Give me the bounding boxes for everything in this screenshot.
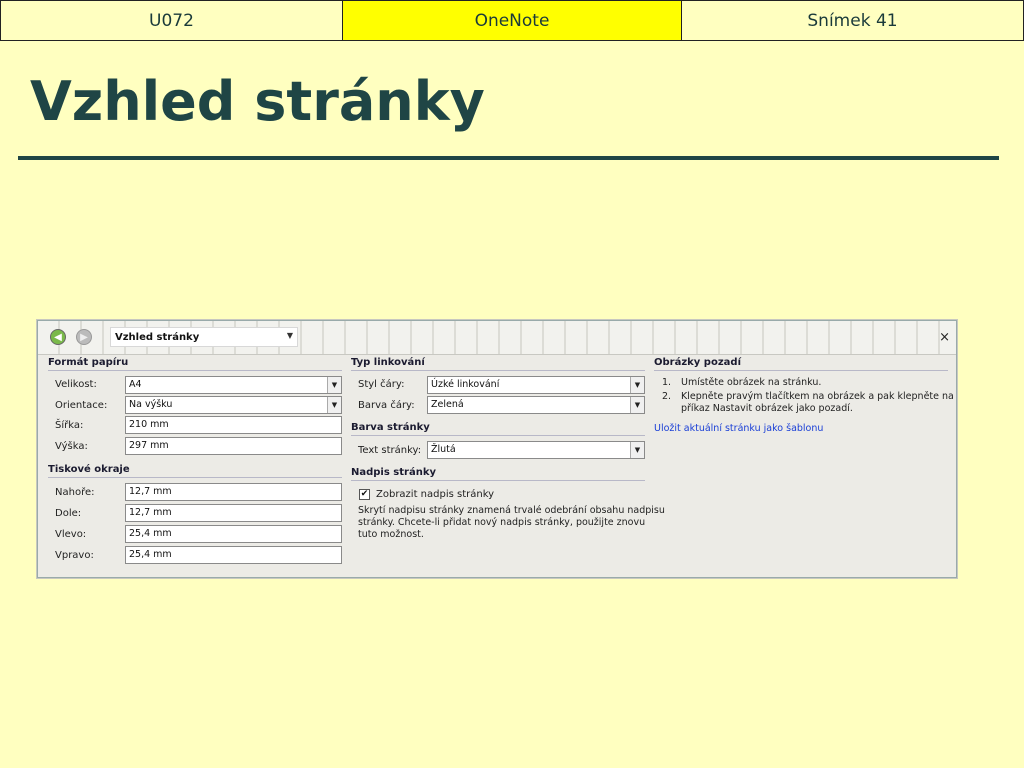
note-line: stránky. Chcete-li přidat nový nadpis st… bbox=[358, 517, 646, 528]
chevron-down-icon: ▼ bbox=[630, 377, 644, 393]
close-icon[interactable]: × bbox=[939, 330, 950, 345]
title-divider bbox=[18, 156, 999, 160]
width-label: Šířka: bbox=[55, 420, 84, 431]
panel-selector-dropdown[interactable]: Vzhled stránky ▼ bbox=[110, 327, 298, 347]
step-number: 2. bbox=[662, 391, 672, 402]
step-text-line: Klepněte pravým tlačítkem na obrázek a p… bbox=[681, 391, 954, 402]
rule-style-label: Styl čáry: bbox=[358, 379, 405, 390]
page-color-label: Text stránky: bbox=[358, 445, 422, 456]
background-images-heading: Obrázky pozadí bbox=[654, 357, 948, 371]
page-color-value: Žlutá bbox=[431, 444, 456, 455]
rule-color-label: Barva čáry: bbox=[358, 400, 415, 411]
margin-right-input[interactable]: 25,4 mm bbox=[125, 546, 342, 564]
rule-style-value: Úzké linkování bbox=[431, 379, 500, 390]
step-number: 1. bbox=[662, 377, 672, 388]
header-course-code: U072 bbox=[1, 1, 343, 40]
orientation-value: Na výšku bbox=[129, 399, 173, 410]
chevron-down-icon: ▼ bbox=[327, 397, 341, 413]
rule-color-select[interactable]: Zelená ▼ bbox=[427, 396, 645, 414]
margin-bottom-label: Dole: bbox=[55, 508, 82, 519]
slide-header: U072 OneNote Snímek 41 bbox=[0, 0, 1024, 41]
page-setup-panel: ◀ ▶ Vzhled stránky ▼ × Formát papíru Vel… bbox=[37, 320, 957, 578]
chevron-down-icon: ▼ bbox=[630, 397, 644, 413]
note-line: tuto možnost. bbox=[358, 529, 424, 540]
panel-selector-label: Vzhled stránky bbox=[115, 331, 200, 343]
save-as-template-link[interactable]: Uložit aktuální stránku jako šablonu bbox=[654, 423, 823, 435]
header-slide-number: Snímek 41 bbox=[682, 1, 1023, 40]
step-text-line: příkaz Nastavit obrázek jako pozadí. bbox=[681, 403, 853, 414]
rule-color-value: Zelená bbox=[431, 399, 464, 410]
margin-top-label: Nahoře: bbox=[55, 487, 95, 498]
page-color-heading: Barva stránky bbox=[351, 422, 645, 436]
panel-toolbar: ◀ ▶ Vzhled stránky ▼ × bbox=[38, 321, 956, 355]
show-page-title-label: Zobrazit nadpis stránky bbox=[376, 489, 495, 500]
margin-right-label: Vpravo: bbox=[55, 550, 94, 561]
paper-size-value: A4 bbox=[129, 379, 142, 390]
chevron-down-icon: ▼ bbox=[327, 377, 341, 393]
paper-width-input[interactable]: 210 mm bbox=[125, 416, 342, 434]
margin-left-label: Vlevo: bbox=[55, 529, 87, 540]
orientation-select[interactable]: Na výšku ▼ bbox=[125, 396, 342, 414]
back-arrow-icon[interactable]: ◀ bbox=[50, 329, 66, 345]
paper-size-select[interactable]: A4 ▼ bbox=[125, 376, 342, 394]
rule-type-heading: Typ linkování bbox=[351, 357, 645, 371]
slide-title: Vzhled stránky bbox=[30, 70, 485, 133]
forward-arrow-icon[interactable]: ▶ bbox=[76, 329, 92, 345]
print-margins-heading: Tiskové okraje bbox=[48, 464, 342, 478]
chevron-down-icon: ▼ bbox=[630, 442, 644, 458]
orientation-label: Orientace: bbox=[55, 400, 108, 411]
note-line: Skrytí nadpisu stránky znamená trvalé od… bbox=[358, 505, 665, 516]
show-page-title-checkbox[interactable]: ✔ bbox=[359, 489, 370, 500]
margin-left-input[interactable]: 25,4 mm bbox=[125, 525, 342, 543]
page-title-note: Skrytí nadpisu stránky znamená trvalé od… bbox=[358, 505, 665, 541]
paper-format-heading: Formát papíru bbox=[48, 357, 342, 371]
rule-style-select[interactable]: Úzké linkování ▼ bbox=[427, 376, 645, 394]
step-text: Klepněte pravým tlačítkem na obrázek a p… bbox=[681, 391, 954, 415]
margin-bottom-input[interactable]: 12,7 mm bbox=[125, 504, 342, 522]
page-color-select[interactable]: Žlutá ▼ bbox=[427, 441, 645, 459]
step-text: Umístěte obrázek na stránku. bbox=[681, 377, 822, 388]
page-title-heading: Nadpis stránky bbox=[351, 467, 645, 481]
paper-height-input[interactable]: 297 mm bbox=[125, 437, 342, 455]
paper-size-label: Velikost: bbox=[55, 379, 97, 390]
margin-top-input[interactable]: 12,7 mm bbox=[125, 483, 342, 501]
chevron-down-icon: ▼ bbox=[286, 331, 293, 340]
height-label: Výška: bbox=[55, 441, 88, 452]
header-topic: OneNote bbox=[343, 1, 682, 40]
